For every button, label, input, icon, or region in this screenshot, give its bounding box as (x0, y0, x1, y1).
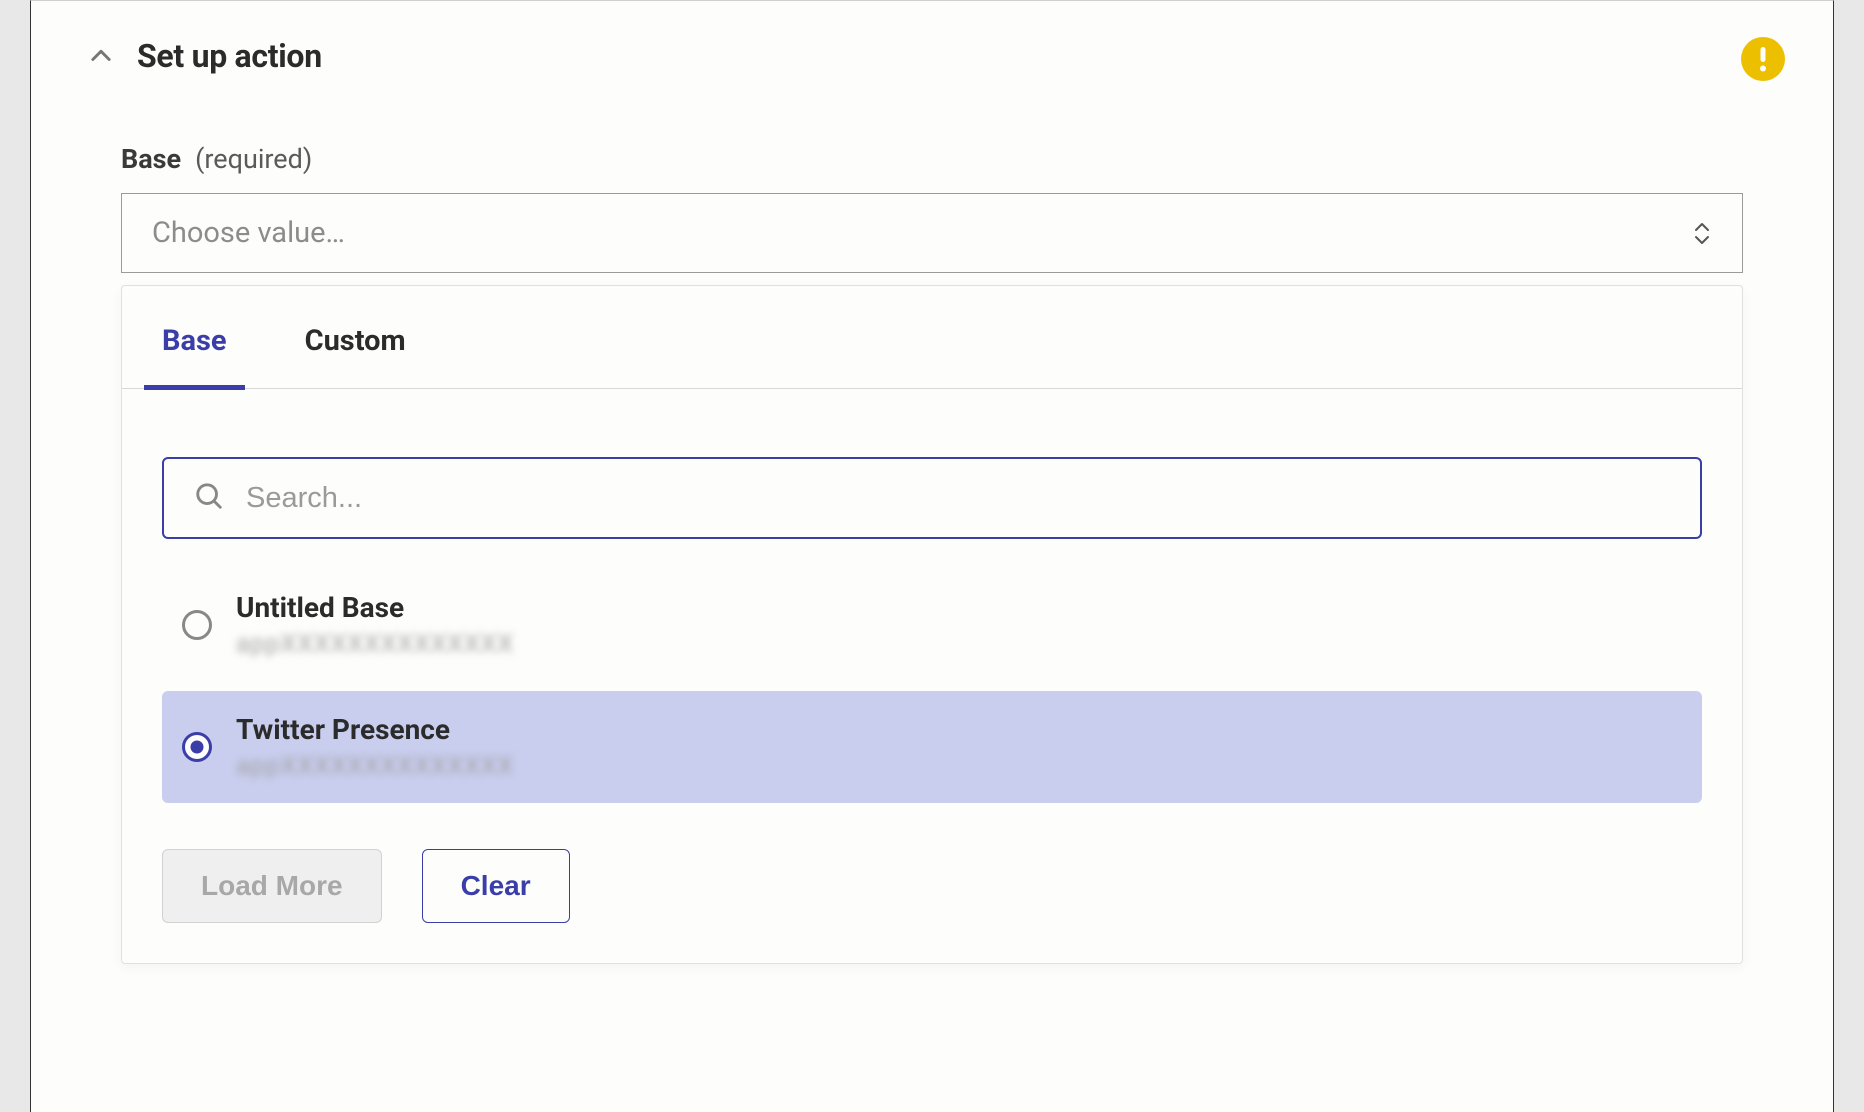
field-required: (required) (195, 143, 312, 175)
option-label: Untitled Base (236, 591, 514, 624)
tab-base[interactable]: Base (162, 286, 227, 388)
options-list: Untitled Base appXXXXXXXXXXXXXX Twitter … (122, 569, 1742, 803)
tab-label: Base (162, 324, 227, 358)
option-twitter-presence[interactable]: Twitter Presence appXXXXXXXXXXXXXX (162, 691, 1702, 803)
search-input[interactable] (246, 482, 1670, 515)
field-label-row: Base (required) (121, 143, 1743, 175)
search-box[interactable] (162, 457, 1702, 539)
base-field: Base (required) Choose value… (31, 143, 1833, 273)
buttons-row: Load More Clear (122, 813, 1742, 923)
action-setup-panel: Set up action Base (required) Choose val… (30, 0, 1834, 1112)
select-arrows-icon (1692, 222, 1712, 245)
dropdown-panel: Base Custom Untitled Base (121, 285, 1743, 964)
tab-custom[interactable]: Custom (305, 286, 406, 388)
warning-icon (1741, 37, 1785, 81)
load-more-button[interactable]: Load More (162, 849, 382, 923)
field-label: Base (121, 143, 181, 175)
option-untitled-base[interactable]: Untitled Base appXXXXXXXXXXXXXX (162, 569, 1702, 681)
search-icon (194, 481, 224, 515)
chevron-up-icon[interactable] (87, 42, 115, 70)
option-label: Twitter Presence (236, 713, 514, 746)
option-sub: appXXXXXXXXXXXXXX (236, 752, 514, 781)
select-placeholder: Choose value… (152, 216, 345, 250)
section-title: Set up action (137, 37, 322, 75)
option-sub: appXXXXXXXXXXXXXX (236, 630, 514, 659)
section-header: Set up action (31, 1, 1833, 75)
search-wrapper (122, 389, 1742, 569)
clear-button[interactable]: Clear (422, 849, 570, 923)
tabs-row: Base Custom (122, 286, 1742, 389)
option-text: Untitled Base appXXXXXXXXXXXXXX (236, 591, 514, 659)
radio-checked-icon (182, 732, 212, 762)
option-text: Twitter Presence appXXXXXXXXXXXXXX (236, 713, 514, 781)
base-select[interactable]: Choose value… (121, 193, 1743, 273)
tab-label: Custom (305, 324, 406, 358)
radio-unchecked-icon (182, 610, 212, 640)
